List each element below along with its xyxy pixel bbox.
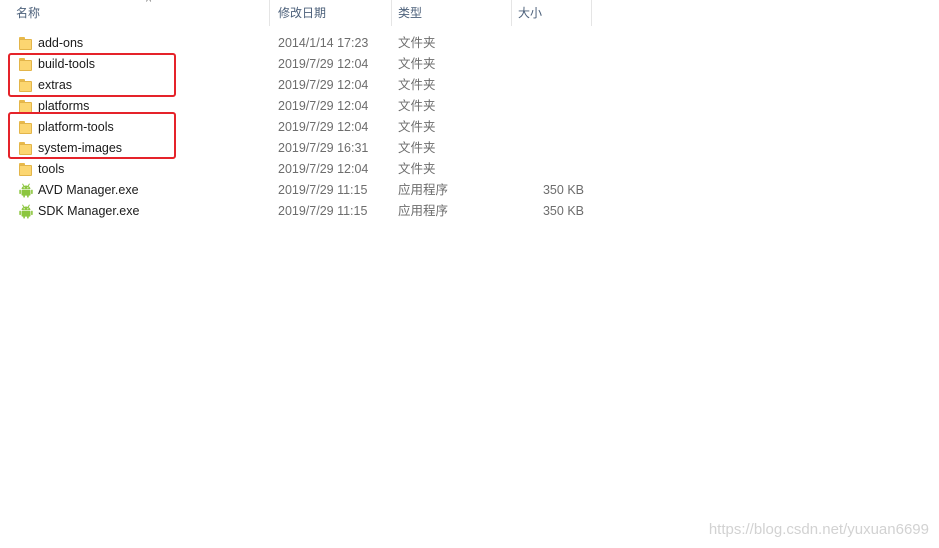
column-header: 名称 ^ 修改日期 类型 大小 [0, 0, 939, 28]
folder-icon [18, 120, 34, 135]
file-size: 350 KB [542, 183, 584, 197]
android-app-icon [18, 183, 34, 198]
sort-ascending-icon: ^ [146, 0, 152, 8]
file-name: AVD Manager.exe [38, 183, 139, 197]
file-type: 文件夹 [398, 78, 436, 92]
file-date: 2019/7/29 12:04 [278, 162, 369, 176]
file-type: 应用程序 [398, 183, 449, 197]
file-row-build-tools[interactable]: build-tools 2019/7/29 12:04 文件夹 [0, 54, 939, 75]
file-row-add-ons[interactable]: add-ons 2014/1/14 17:23 文件夹 [0, 33, 939, 54]
column-type[interactable]: 类型 [392, 0, 512, 26]
column-date[interactable]: 修改日期 [272, 0, 392, 26]
column-name[interactable]: 名称 ^ [10, 0, 270, 26]
file-name: platforms [38, 99, 90, 113]
file-date: 2019/7/29 12:04 [278, 120, 369, 134]
file-type: 文件夹 [398, 57, 436, 71]
file-name: system-images [38, 141, 123, 155]
file-date: 2019/7/29 11:15 [278, 204, 368, 218]
file-date: 2019/7/29 12:04 [278, 57, 369, 71]
android-app-icon [18, 204, 34, 219]
folder-icon [18, 99, 34, 114]
column-size[interactable]: 大小 [512, 0, 592, 26]
file-date: 2014/1/14 17:23 [278, 36, 369, 50]
file-row-platform-tools[interactable]: platform-tools 2019/7/29 12:04 文件夹 [0, 117, 939, 138]
file-row-extras[interactable]: extras 2019/7/29 12:04 文件夹 [0, 75, 939, 96]
file-row-tools[interactable]: tools 2019/7/29 12:04 文件夹 [0, 159, 939, 180]
watermark: https://blog.csdn.net/yuxuan6699 [708, 521, 929, 538]
file-type: 应用程序 [398, 204, 449, 218]
file-row-platforms[interactable]: platforms 2019/7/29 12:04 文件夹 [0, 96, 939, 117]
file-explorer: 名称 ^ 修改日期 类型 大小 add-ons 2014/1/14 17:23 … [0, 0, 939, 548]
file-row-avd-manager[interactable]: AVD Manager.exe 2019/7/29 11:15 应用程序 350… [0, 180, 939, 201]
file-date: 2019/7/29 11:15 [278, 183, 368, 197]
file-date: 2019/7/29 12:04 [278, 99, 369, 113]
file-date: 2019/7/29 16:31 [278, 141, 369, 155]
file-name: SDK Manager.exe [38, 204, 140, 218]
column-date-label: 修改日期 [278, 6, 327, 20]
file-type: 文件夹 [398, 141, 436, 155]
column-type-label: 类型 [398, 6, 423, 20]
folder-icon [18, 78, 34, 93]
file-name: tools [38, 162, 65, 176]
file-type: 文件夹 [398, 120, 436, 134]
file-size: 350 KB [542, 204, 584, 218]
folder-icon [18, 162, 34, 177]
file-list: add-ons 2014/1/14 17:23 文件夹 build-tools … [0, 33, 939, 222]
file-name: build-tools [38, 57, 95, 71]
folder-icon [18, 36, 34, 51]
folder-icon [18, 57, 34, 72]
column-name-label: 名称 [16, 6, 41, 20]
file-date: 2019/7/29 12:04 [278, 78, 369, 92]
column-size-label: 大小 [518, 6, 543, 20]
file-name: platform-tools [38, 120, 114, 134]
file-row-system-images[interactable]: system-images 2019/7/29 16:31 文件夹 [0, 138, 939, 159]
file-type: 文件夹 [398, 99, 436, 113]
file-row-sdk-manager[interactable]: SDK Manager.exe 2019/7/29 11:15 应用程序 350… [0, 201, 939, 222]
folder-icon [18, 141, 34, 156]
file-name: add-ons [38, 36, 84, 50]
file-type: 文件夹 [398, 162, 436, 176]
file-name: extras [38, 78, 73, 92]
file-type: 文件夹 [398, 36, 436, 50]
